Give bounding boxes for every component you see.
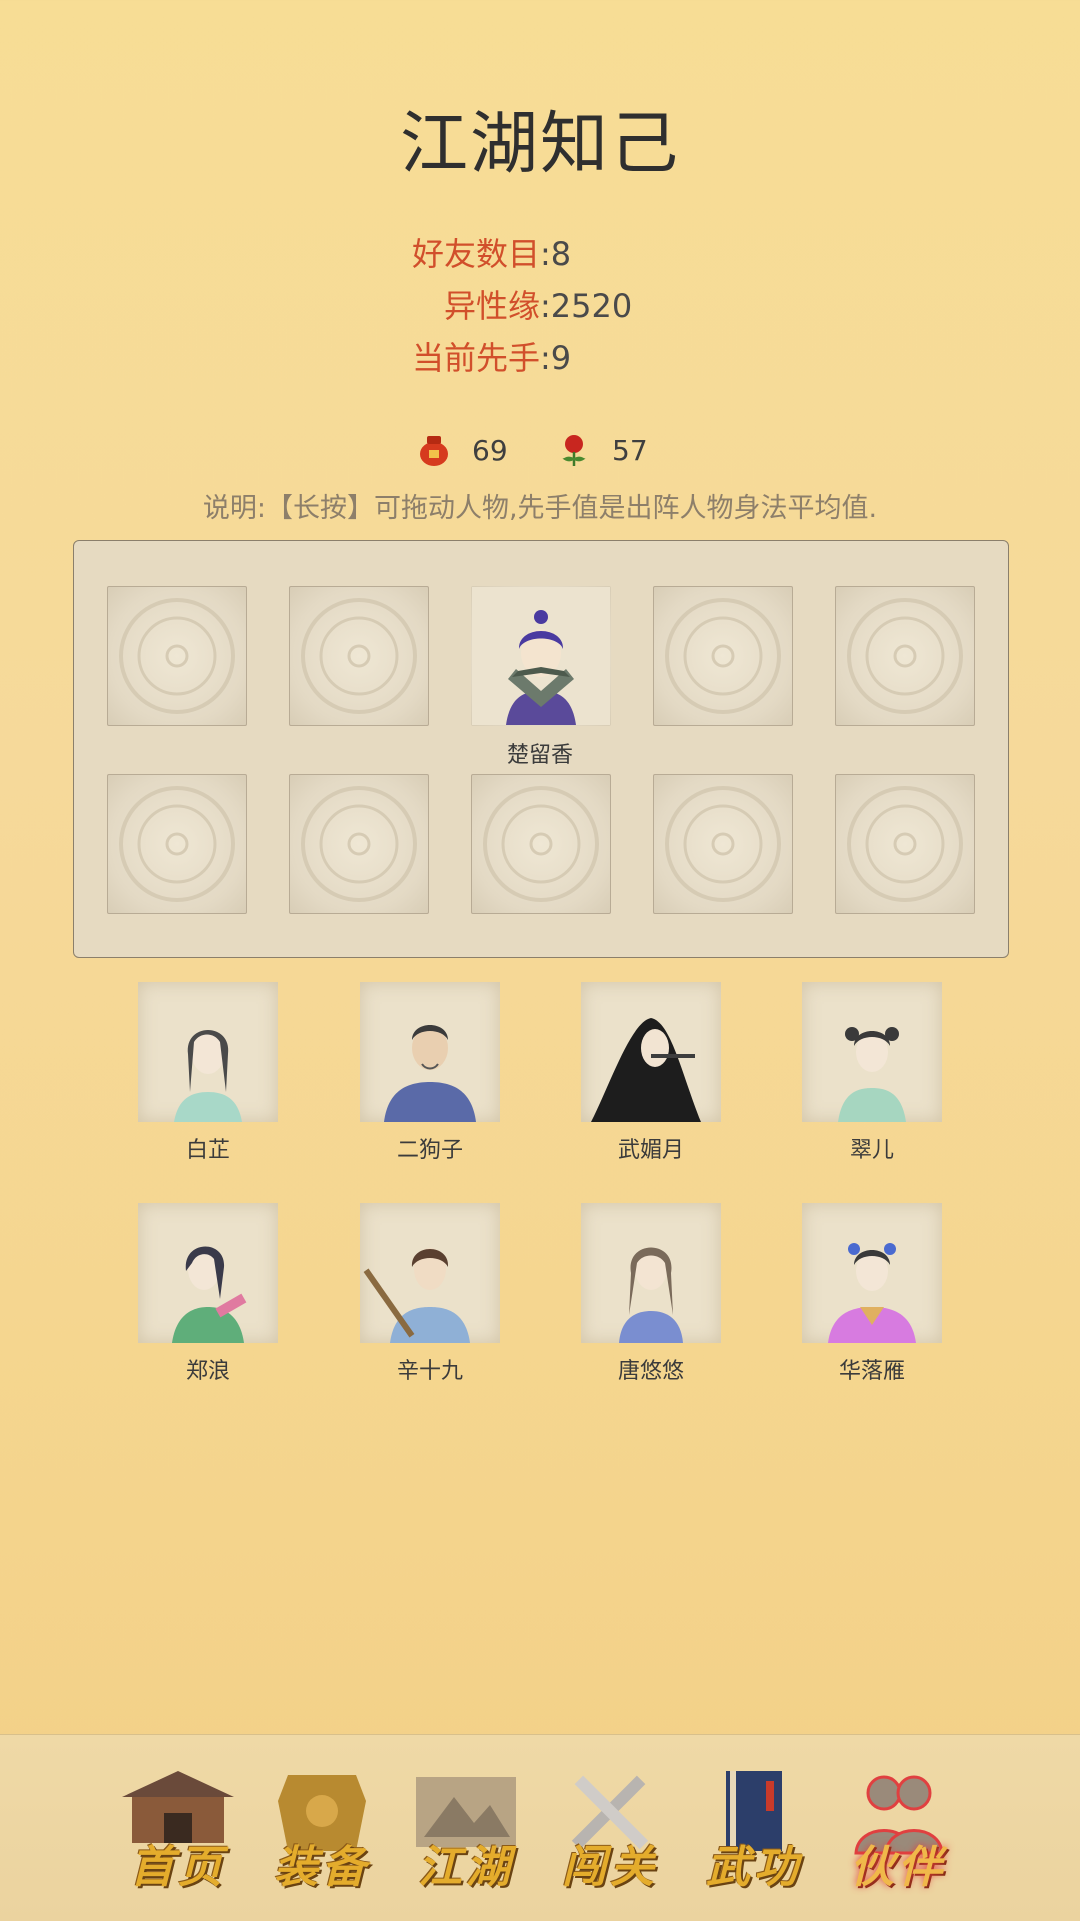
rose-counter: 57 (556, 432, 648, 468)
friend-portrait (581, 1203, 721, 1343)
page-title: 江湖知己 (399, 105, 680, 184)
formation-grid: 楚留香 (73, 540, 1009, 958)
emblem-icon (665, 786, 781, 902)
friend-name: 二狗子 (396, 1138, 463, 1163)
friend-portrait (360, 982, 500, 1122)
friend-portrait (802, 1203, 942, 1343)
friend-portrait (138, 982, 278, 1122)
friend-name: 翠儿 (849, 1138, 894, 1163)
rose-count: 57 (612, 433, 648, 467)
friend-card[interactable]: 二狗子 (360, 982, 500, 1164)
wine-count: 69 (472, 433, 508, 467)
friend-portrait (138, 1203, 278, 1343)
emblem-icon (119, 786, 235, 902)
friend-name: 白芷 (185, 1138, 230, 1163)
friend-card[interactable]: 华落雁 (802, 1203, 942, 1385)
nav-jianghu[interactable]: 江湖 (404, 1767, 528, 1893)
stat-initiative: 当前先手 :9 (0, 332, 1080, 384)
friend-card[interactable]: 辛十九 (360, 1203, 500, 1385)
stat-value: :2520 (540, 287, 633, 325)
friend-portrait (581, 982, 721, 1122)
emblem-icon (301, 786, 417, 902)
stat-friend-count: 好友数目 :8 (0, 228, 1080, 280)
formation-slot[interactable] (471, 774, 611, 914)
formation-slot[interactable] (289, 586, 429, 726)
chu-liuxiang-portrait (472, 587, 610, 725)
bottom-nav: 首页 装备 江湖 闯关 武功 伙伴 (0, 1734, 1080, 1921)
nav-martial-arts[interactable]: 武功 (692, 1767, 816, 1893)
rose-icon (562, 435, 586, 466)
nav-jianghu-label: 江湖 (418, 1842, 514, 1893)
stat-charm: 异性缘 :2520 (0, 280, 1080, 332)
stat-label: 好友数目 (411, 235, 540, 273)
nav-challenge-label: 闯关 (562, 1842, 658, 1893)
formation-slot-occupied[interactable] (471, 586, 611, 726)
formation-slot[interactable] (107, 774, 247, 914)
wine-jar-icon (420, 436, 448, 466)
wine-counter: 69 (416, 432, 508, 468)
emblem-icon (847, 598, 963, 714)
nav-home-label: 首页 (130, 1842, 226, 1893)
emblem-icon (483, 786, 599, 902)
nav-partners[interactable]: 伙伴 (836, 1767, 960, 1893)
nav-equipment[interactable]: 装备 (260, 1767, 384, 1893)
formation-slot[interactable] (107, 586, 247, 726)
friend-portrait (360, 1203, 500, 1343)
stat-value: :8 (540, 235, 572, 273)
formation-slot[interactable] (835, 586, 975, 726)
resource-counters: 69 57 (0, 432, 1080, 476)
nav-equipment-label: 装备 (274, 1842, 370, 1893)
stat-label: 当前先手 (411, 339, 540, 377)
emblem-icon (119, 598, 235, 714)
stat-label: 异性缘 (443, 287, 540, 325)
friend-card[interactable]: 武媚月 (581, 982, 721, 1164)
stat-value: :9 (540, 339, 572, 377)
friend-name: 武媚月 (617, 1138, 684, 1163)
stats-panel: 好友数目 :8 异性缘 :2520 当前先手 :9 (0, 228, 1080, 384)
friend-card[interactable]: 郑浪 (138, 1203, 278, 1385)
formation-slot[interactable] (653, 774, 793, 914)
friend-name: 郑浪 (185, 1359, 230, 1384)
emblem-icon (665, 598, 781, 714)
formation-slot-name: 楚留香 (506, 743, 573, 768)
friend-portrait (802, 982, 942, 1122)
emblem-icon (301, 598, 417, 714)
formation-slot[interactable] (835, 774, 975, 914)
friend-card[interactable]: 白芷 (138, 982, 278, 1164)
nav-challenge[interactable]: 闯关 (548, 1767, 672, 1893)
formation-slot[interactable] (289, 774, 429, 914)
friend-name: 华落雁 (838, 1359, 905, 1384)
friend-name: 辛十九 (396, 1359, 463, 1384)
formation-slot[interactable] (653, 586, 793, 726)
friend-card[interactable]: 唐悠悠 (581, 1203, 721, 1385)
emblem-icon (847, 786, 963, 902)
nav-partners-label: 伙伴 (850, 1842, 946, 1893)
friend-name: 唐悠悠 (617, 1359, 684, 1384)
nav-home[interactable]: 首页 (116, 1767, 240, 1893)
friend-card[interactable]: 翠儿 (802, 982, 942, 1164)
nav-martial-arts-label: 武功 (706, 1842, 802, 1893)
instruction-note: 说明:【长按】可拖动人物,先手值是出阵人物身法平均值. (202, 493, 878, 524)
